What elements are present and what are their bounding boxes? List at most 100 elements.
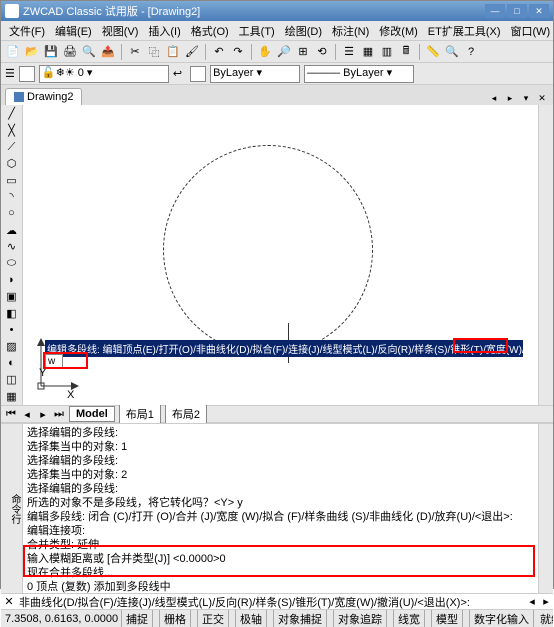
zoom-win-icon[interactable]: ⊞ [295,44,311,60]
insert-icon[interactable]: ▣ [4,290,20,304]
window-title: ZWCAD Classic 试用版 - [Drawing2] [23,3,485,19]
properties-icon[interactable]: ☰ [341,44,357,60]
publish-icon[interactable]: 📤 [100,44,116,60]
layout1-tab[interactable]: 布局1 [119,404,161,424]
standard-toolbar: 📄 📂 💾 🖨 🔍 📤 ✂ ⿻ 📋 🖌 ↶ ↷ ✋ 🔎 ⊞ ⟲ ☰ ▦ ▥ 🖩 … [1,41,553,63]
ellipsearc-icon[interactable]: ◗ [4,273,20,287]
doc-icon [14,92,24,102]
doc-tab[interactable]: Drawing2 [5,88,82,105]
menu-dimension[interactable]: 标注(N) [328,21,373,41]
ellipse-icon[interactable]: ⬭ [4,256,20,270]
color-swatch[interactable] [19,66,35,82]
new-icon[interactable]: 📄 [5,44,21,60]
osnap-toggle[interactable]: 对象捕捉 [273,609,327,627]
arc-icon[interactable]: ◝ [4,190,20,204]
highlight-input [43,352,88,369]
work-area: ╱ ╳ ⟋ ⬡ ▭ ◝ ○ ☁ ∿ ⬭ ◗ ▣ ◧ • ▨ ◐ ◫ ▦ 编辑多段… [1,105,553,405]
table-icon[interactable]: ▦ [4,389,20,403]
copy-icon[interactable]: ⿻ [146,44,162,60]
otrack-toggle[interactable]: 对象追踪 [333,609,387,627]
region-icon[interactable]: ◫ [4,373,20,387]
menu-window[interactable]: 窗口(W) [507,21,554,41]
hscroll-left[interactable]: ◂ [525,595,539,608]
coordinates: 7.3508, 0.6163, 0.0000 [5,613,115,625]
tab-first[interactable]: ⏮ [5,408,17,421]
tab-prev[interactable]: ◂ [21,408,33,421]
maximize-button[interactable]: □ [507,4,527,18]
revcloud-icon[interactable]: ☁ [4,223,20,237]
model-tab[interactable]: Model [69,406,115,422]
block-icon[interactable]: ◧ [4,306,20,320]
command-prompt[interactable]: 非曲线化(D/拟合(F)/连接(J)/线型模式(L)/反向(R)/样条(S)/锥… [17,594,525,610]
model-toggle[interactable]: 模型 [431,609,463,627]
spline-icon[interactable]: ∿ [4,240,20,254]
menu-draw[interactable]: 绘图(D) [281,21,326,41]
paste-icon[interactable]: 📋 [165,44,181,60]
minimize-button[interactable]: — [485,4,505,18]
rectangle-icon[interactable]: ▭ [4,173,20,187]
tab-next[interactable]: ▸ [37,408,49,421]
help-icon[interactable]: ? [463,44,479,60]
print-icon[interactable]: 🖨 [62,44,78,60]
digitizer-toggle[interactable]: 数字化输入 [469,609,534,627]
command-history[interactable]: 选择编辑的多段线:选择集当中的对象: 1 选择编辑的多段线:选择集当中的对象: … [23,424,538,593]
tab-close[interactable]: ✕ [535,91,549,105]
snap-toggle[interactable]: 捕捉 [121,609,153,627]
menu-view[interactable]: 视图(V) [98,21,143,41]
tab-nav-right[interactable]: ▸ [503,91,517,105]
close-button[interactable]: ✕ [529,4,549,18]
layer-manager-icon[interactable]: ☰ [5,67,15,80]
point-icon[interactable]: • [4,323,20,337]
polygon-icon[interactable]: ⬡ [4,157,20,171]
dist-icon[interactable]: 📏 [425,44,441,60]
layer-select[interactable]: 🔓❄☀ 0 ▾ [39,65,169,83]
color-control[interactable] [190,66,206,82]
tab-last[interactable]: ⏭ [53,408,65,421]
menu-format[interactable]: 格式(O) [187,21,233,41]
designcenter-icon[interactable]: ▦ [360,44,376,60]
open-icon[interactable]: 📂 [24,44,40,60]
lwt-toggle[interactable]: 线宽 [393,609,425,627]
vertical-scrollbar[interactable] [538,105,553,405]
redo-icon[interactable]: ↷ [230,44,246,60]
layout-tabs: ⏮ ◂ ▸ ⏭ Model 布局1 布局2 [1,405,553,423]
xline-icon[interactable]: ╳ [4,124,20,138]
layout2-tab[interactable]: 布局2 [165,404,207,424]
tab-menu[interactable]: ▾ [519,91,533,105]
pan-icon[interactable]: ✋ [257,44,273,60]
tab-nav-left[interactable]: ◂ [487,91,501,105]
lineweight-select[interactable]: ——— ByLayer ▾ [304,65,414,83]
drawing-canvas[interactable]: 编辑多段线: 编辑顶点(E)/打开(O)/非曲线化(D)/拟合(F)/连接(J)… [23,105,538,405]
circle-icon[interactable]: ○ [4,207,20,221]
calc-icon[interactable]: 🖩 [398,44,414,60]
gradient-icon[interactable]: ◐ [4,356,20,370]
polyline-icon[interactable]: ⟋ [4,140,20,154]
cut-icon[interactable]: ✂ [127,44,143,60]
polar-toggle[interactable]: 极轴 [235,609,267,627]
status-bar: 7.3508, 0.6163, 0.0000 捕捉 栅格 正交 极轴 对象捕捉 … [1,609,553,627]
menu-modify[interactable]: 修改(M) [375,21,422,41]
ortho-toggle[interactable]: 正交 [197,609,229,627]
line-icon[interactable]: ╱ [4,107,20,121]
hatch-icon[interactable]: ▨ [4,340,20,354]
toolpalette-icon[interactable]: ▥ [379,44,395,60]
menu-edit[interactable]: 编辑(E) [51,21,96,41]
menu-insert[interactable]: 插入(I) [144,21,184,41]
preview-icon[interactable]: 🔍 [81,44,97,60]
command-scrollbar[interactable] [538,424,553,593]
layer-prev-icon[interactable]: ↩ [173,67,182,80]
find-icon[interactable]: 🔍 [444,44,460,60]
linetype-select[interactable]: ByLayer ▾ [210,65,300,83]
zoom-prev-icon[interactable]: ⟲ [314,44,330,60]
menu-tools[interactable]: 工具(T) [235,21,279,41]
command-input-row: ✕ 非曲线化(D/拟合(F)/连接(J)/线型模式(L)/反向(R)/样条(S)… [1,593,553,609]
zoom-rt-icon[interactable]: 🔎 [276,44,292,60]
matchprop-icon[interactable]: 🖌 [184,44,200,60]
menu-ettools[interactable]: ET扩展工具(X) [424,21,505,41]
command-close-icon[interactable]: ✕ [1,595,17,608]
save-icon[interactable]: 💾 [43,44,59,60]
hscroll-right[interactable]: ▸ [539,595,553,608]
menu-file[interactable]: 文件(F) [5,21,49,41]
grid-toggle[interactable]: 栅格 [159,609,191,627]
undo-icon[interactable]: ↶ [211,44,227,60]
